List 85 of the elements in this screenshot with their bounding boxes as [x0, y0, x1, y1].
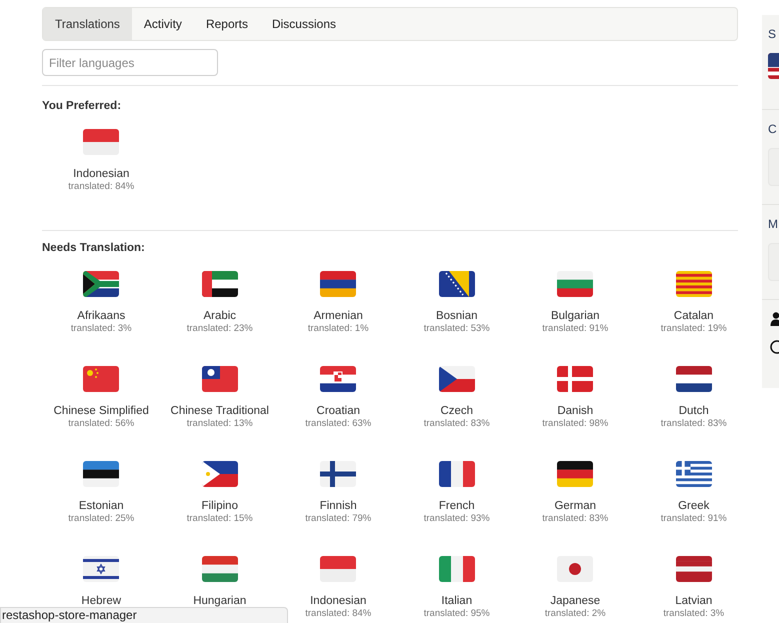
translated-percent-label: translated: 79%: [305, 513, 372, 525]
translated-percent-label: translated: 95%: [424, 608, 490, 620]
translated-percent-label: translated: 83%: [424, 418, 490, 430]
translated-percent-label: translated: 1%: [308, 323, 369, 335]
language-name[interactable]: Italian: [441, 594, 472, 608]
translated-percent-label: translated: 98%: [542, 418, 608, 430]
language-name[interactable]: Chinese Traditional: [170, 404, 269, 418]
translated-percent-label: translated: 2%: [544, 608, 606, 620]
language-name[interactable]: Indonesian: [310, 594, 366, 608]
flag-icon: [202, 461, 238, 487]
flag-icon: [676, 271, 712, 297]
language-name[interactable]: Finnish: [320, 499, 357, 513]
section-heading: Needs Translation:: [42, 241, 146, 255]
language-name[interactable]: Filipino: [202, 499, 238, 513]
language-name[interactable]: Hebrew: [81, 594, 122, 608]
language-name[interactable]: Greek: [678, 499, 710, 513]
flag-icon: [320, 556, 356, 582]
flag-icon: [557, 556, 594, 582]
translated-percent-label: translated: 19%: [660, 323, 727, 335]
flag-icon: [83, 556, 120, 582]
flag-icon: [320, 366, 356, 392]
flag-icon: [320, 271, 356, 297]
translated-percent-label: translated: 84%: [305, 608, 372, 620]
language-name[interactable]: Danish: [557, 404, 594, 418]
flag-icon: [202, 271, 238, 297]
flag-icon: [83, 271, 120, 297]
section-heading: You Preferred:: [42, 99, 122, 113]
status-url-tooltip: restashop-store-manager: [0, 607, 288, 623]
flag-icon: [202, 366, 238, 392]
translated-percent-label: translated: 91%: [542, 323, 608, 335]
flag-icon: [83, 129, 120, 155]
language-name[interactable]: Japanese: [550, 594, 600, 608]
flag-icon: [83, 366, 120, 392]
language-name[interactable]: Armenian: [314, 309, 363, 323]
user-icon: [770, 312, 779, 326]
language-name[interactable]: Catalan: [674, 309, 714, 323]
flag-icon: [438, 271, 475, 297]
language-name[interactable]: Czech: [440, 404, 474, 418]
flag-icon: [676, 556, 712, 582]
flag-icon: [676, 461, 712, 487]
translated-percent-label: translated: 13%: [186, 418, 253, 430]
tab[interactable]: Reports: [194, 8, 260, 40]
translated-percent-label: translated: 56%: [68, 418, 134, 430]
filter-field[interactable]: Filter languages: [42, 49, 218, 76]
flag-icon: [676, 366, 712, 392]
flag-icon: [202, 556, 238, 582]
tab[interactable]: Activity: [132, 8, 194, 40]
translated-percent-label: translated: 3%: [70, 323, 132, 335]
flag-icon: [557, 366, 594, 392]
language-name[interactable]: Afrikaans: [77, 309, 126, 323]
language-name[interactable]: French: [438, 499, 475, 513]
language-name[interactable]: Bulgarian: [550, 309, 600, 323]
translated-percent-label: translated: 91%: [660, 513, 727, 525]
language-name[interactable]: Arabic: [203, 309, 236, 323]
language-name[interactable]: Hungarian: [193, 594, 246, 608]
flag-icon: [83, 461, 120, 487]
translated-percent-label: translated: 83%: [542, 513, 608, 525]
flag-icon: [320, 461, 356, 487]
sidebar-heading: S: [768, 27, 778, 41]
language-name[interactable]: Estonian: [78, 499, 124, 513]
language-name[interactable]: Bosnian: [436, 309, 478, 323]
translated-percent-label: translated: 23%: [186, 323, 253, 335]
translated-percent-label: translated: 93%: [424, 513, 490, 525]
flag-icon: [557, 461, 594, 487]
language-name[interactable]: Croatian: [316, 404, 360, 418]
language-name[interactable]: Dutch: [678, 404, 709, 418]
translated-percent-label: translated: 83%: [660, 418, 727, 430]
translated-percent-label: translated: 84%: [68, 181, 134, 193]
flag-icon: [438, 366, 475, 392]
sidebar-heading: M: [768, 217, 779, 231]
flag-icon: [438, 461, 475, 487]
tab[interactable]: Translations: [43, 8, 132, 40]
language-name[interactable]: Chinese Simplified: [54, 404, 149, 418]
tab[interactable]: Discussions: [260, 8, 348, 40]
language-name[interactable]: Latvian: [675, 594, 712, 608]
translated-percent-label: translated: 25%: [68, 513, 134, 525]
flag-icon: [557, 271, 594, 297]
sidebar-heading: C: [768, 122, 778, 136]
language-name[interactable]: German: [554, 499, 596, 513]
flag-icon: [438, 556, 475, 582]
language-name[interactable]: Indonesian: [73, 167, 130, 181]
translated-percent-label: translated: 53%: [424, 323, 490, 335]
translated-percent-label: translated: 3%: [663, 608, 724, 620]
translated-percent-label: translated: 63%: [305, 418, 372, 430]
translated-percent-label: translated: 15%: [186, 513, 253, 525]
